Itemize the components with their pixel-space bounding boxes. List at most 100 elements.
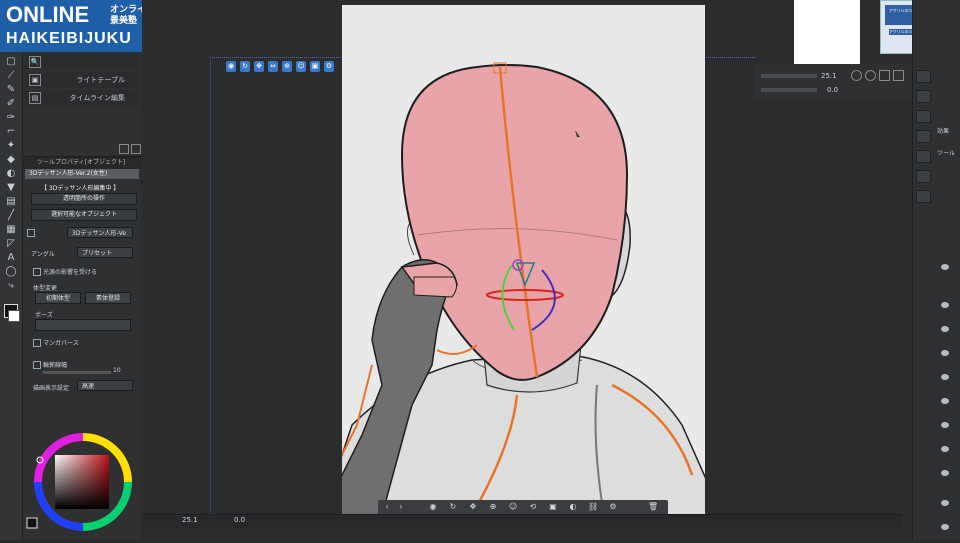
blend-icon[interactable]: ◐ bbox=[4, 168, 18, 180]
zoom-out-icon[interactable] bbox=[865, 70, 876, 81]
eye-icon[interactable] bbox=[941, 302, 949, 308]
color-circle-panel bbox=[23, 420, 141, 540]
gradient-icon[interactable]: ▤ bbox=[4, 196, 18, 208]
outline-checkbox[interactable] bbox=[33, 361, 41, 369]
logo-line2: HAIKEIBIJUKU bbox=[6, 30, 132, 47]
eye-icon[interactable] bbox=[941, 374, 949, 380]
visible-icon[interactable]: ◐ bbox=[568, 502, 578, 512]
register-body-button[interactable]: 素体登録 bbox=[85, 292, 131, 304]
body-icon[interactable]: ▣ bbox=[310, 61, 320, 72]
ruler-icon[interactable]: ◸ bbox=[4, 238, 18, 250]
zoom-value[interactable]: 25.1 bbox=[182, 516, 198, 524]
sub-tool-item[interactable]: ▣ ライトテーブル bbox=[25, 72, 139, 88]
eye-icon[interactable] bbox=[941, 326, 949, 332]
fit-icon[interactable] bbox=[879, 70, 890, 81]
pose-icon[interactable]: ☺ bbox=[508, 502, 518, 512]
render-dropdown[interactable]: 高速 bbox=[77, 380, 133, 391]
delete-icon[interactable] bbox=[131, 144, 141, 154]
brush-icon[interactable]: ✑ bbox=[4, 112, 18, 124]
eye-icon[interactable] bbox=[941, 446, 949, 452]
settings-icon[interactable]: ⚙ bbox=[324, 61, 334, 72]
selection-icon[interactable]: ▢ bbox=[4, 56, 18, 68]
manga-label: マンガパース bbox=[43, 340, 79, 347]
rotate-icon[interactable]: ↻ bbox=[240, 61, 250, 72]
panel-icon[interactable] bbox=[916, 90, 931, 103]
color-wheel[interactable] bbox=[23, 420, 141, 540]
rotate-slider[interactable] bbox=[761, 88, 817, 92]
panel-icon[interactable] bbox=[916, 110, 931, 123]
chevron-left-icon[interactable]: ‹ bbox=[382, 502, 392, 512]
navigator-angle: 0.0 bbox=[827, 86, 839, 94]
correction-icon[interactable]: ⤷ bbox=[4, 280, 18, 292]
pose-buttons[interactable] bbox=[35, 319, 131, 331]
pan-icon[interactable]: ⇔ bbox=[268, 61, 278, 72]
reset-icon[interactable]: ⟲ bbox=[528, 502, 538, 512]
link-icon[interactable]: ⛓ bbox=[588, 502, 598, 512]
fill-icon[interactable]: ▼ bbox=[4, 182, 18, 194]
3d-figure[interactable] bbox=[342, 5, 705, 515]
preset-dropdown[interactable]: プリセット bbox=[77, 247, 133, 258]
move-icon[interactable]: ✥ bbox=[254, 61, 264, 72]
chevron-right-icon[interactable]: › bbox=[396, 502, 406, 512]
angle-label: アングル bbox=[31, 251, 55, 258]
outline-slider[interactable] bbox=[43, 371, 111, 374]
eye-icon[interactable] bbox=[941, 398, 949, 404]
navigator-preview bbox=[794, 0, 860, 68]
zoom-in-icon[interactable] bbox=[851, 70, 862, 81]
effect-label: 効果 bbox=[937, 128, 950, 135]
initial-body-button[interactable]: 初期体型 bbox=[35, 292, 81, 304]
eye-icon[interactable] bbox=[941, 264, 949, 270]
camera-icon[interactable]: ◉ bbox=[226, 61, 236, 72]
transparent-operation-dropdown[interactable]: 透明箇所の操作 bbox=[31, 193, 137, 205]
flip-icon[interactable] bbox=[893, 70, 904, 81]
decoration-icon[interactable]: ✦ bbox=[4, 140, 18, 152]
eye-icon[interactable] bbox=[27, 229, 35, 237]
status-bar: 25.1 0.0 bbox=[142, 514, 902, 528]
delete-icon[interactable]: 🗑 bbox=[648, 502, 658, 512]
balloon-icon[interactable]: ◯ bbox=[4, 266, 18, 278]
eye-icon[interactable] bbox=[941, 500, 949, 506]
sub-tool-item[interactable]: ▤ タイムライン編集 bbox=[25, 90, 139, 106]
panel-icon[interactable] bbox=[916, 70, 931, 83]
pencil-icon[interactable]: ✐ bbox=[4, 98, 18, 110]
angle-value[interactable]: 0.0 bbox=[234, 516, 245, 524]
panel-icon[interactable] bbox=[916, 190, 931, 203]
body-icon[interactable]: ▣ bbox=[548, 502, 558, 512]
selected-sub-tool[interactable]: 3Dデッサン人形-Ver.2(女性) bbox=[25, 169, 139, 179]
selectable-object-dropdown[interactable]: 選択可能なオブジェクト bbox=[31, 209, 137, 221]
eye-icon[interactable] bbox=[941, 470, 949, 476]
navigator-panel: 25.1 0.0 bbox=[755, 64, 912, 98]
figure-icon[interactable]: ╱ bbox=[4, 210, 18, 222]
tool-property-header: ツールプロパティ[オブジェクト] bbox=[23, 157, 141, 169]
light-checkbox[interactable] bbox=[33, 268, 41, 276]
sub-color-swatch[interactable] bbox=[8, 310, 20, 322]
logo-line1: ONLINE bbox=[6, 2, 90, 27]
eye-icon[interactable] bbox=[941, 422, 949, 428]
eraser-icon[interactable]: ◆ bbox=[4, 154, 18, 166]
layer-name-dropdown[interactable]: 3Dデッサン人形-Ve bbox=[67, 227, 133, 238]
eyedropper-icon[interactable]: ⟋ bbox=[4, 70, 18, 82]
settings-icon[interactable]: ⚙ bbox=[608, 502, 618, 512]
rotate-icon[interactable]: ↻ bbox=[448, 502, 458, 512]
zoom-icon[interactable]: ⊕ bbox=[282, 61, 292, 72]
airbrush-icon[interactable]: ⌐ bbox=[4, 126, 18, 138]
panel-icon[interactable] bbox=[916, 170, 931, 183]
panel-icon[interactable] bbox=[916, 150, 931, 163]
tool-label: ツール bbox=[937, 150, 956, 157]
text-icon[interactable]: A bbox=[4, 252, 18, 264]
sub-tool-item[interactable]: 🔍 bbox=[25, 54, 139, 70]
canvas[interactable] bbox=[342, 5, 705, 515]
camera-icon[interactable]: ◉ bbox=[428, 502, 438, 512]
pen-icon[interactable]: ✎ bbox=[4, 84, 18, 96]
move-icon[interactable]: ✥ bbox=[468, 502, 478, 512]
eye-icon[interactable] bbox=[941, 524, 949, 530]
zoom-slider[interactable] bbox=[761, 74, 817, 78]
panel-icon[interactable] bbox=[916, 130, 931, 143]
add-icon[interactable] bbox=[119, 144, 129, 154]
pose-icon[interactable]: ☺ bbox=[296, 61, 306, 72]
tool-palette: ▢ ⟋ ✎ ✐ ✑ ⌐ ✦ ◆ ◐ ▼ ▤ ╱ ▦ ◸ A ◯ ⤷ bbox=[0, 52, 23, 540]
manga-checkbox[interactable] bbox=[33, 339, 41, 347]
zoom-icon[interactable]: ⊕ bbox=[488, 502, 498, 512]
frame-icon[interactable]: ▦ bbox=[4, 224, 18, 236]
eye-icon[interactable] bbox=[941, 350, 949, 356]
